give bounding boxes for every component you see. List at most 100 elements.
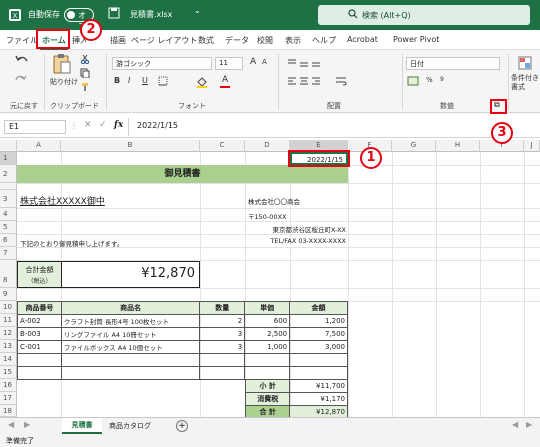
paste-label[interactable]: 貼り付け xyxy=(50,77,78,87)
font-color-button[interactable]: A xyxy=(222,75,228,85)
number-format-select[interactable]: 日付 xyxy=(406,57,500,70)
row-header[interactable]: 13 xyxy=(0,340,17,353)
empty-cell[interactable] xyxy=(60,353,201,367)
conditional-formatting-label[interactable]: 条件付き書式 xyxy=(511,74,540,92)
align-left-icon[interactable] xyxy=(287,76,323,88)
column-header-c[interactable]: C xyxy=(200,140,245,152)
row-header[interactable]: 14 xyxy=(0,353,17,366)
bold-button[interactable]: B xyxy=(114,76,120,85)
row-header[interactable]: 12 xyxy=(0,327,17,340)
row-header[interactable]: 10 xyxy=(0,301,17,314)
tax-value[interactable]: ¥1,170 xyxy=(289,392,348,406)
item-code[interactable]: A-002 xyxy=(17,314,62,328)
empty-cell[interactable] xyxy=(199,353,246,367)
filename-dropdown-icon[interactable]: ⌄ xyxy=(194,6,201,15)
hscroll-left-icon[interactable]: ◀ xyxy=(512,420,518,429)
insert-function-button[interactable]: fx xyxy=(114,120,123,130)
empty-cell[interactable] xyxy=(244,366,291,380)
item-price[interactable]: 600 xyxy=(244,314,291,328)
empty-cell[interactable] xyxy=(289,366,348,380)
borders-icon[interactable] xyxy=(158,76,168,88)
column-header-j[interactable]: J xyxy=(524,140,540,152)
item-qty[interactable]: 2 xyxy=(199,314,246,328)
italic-button[interactable]: I xyxy=(128,76,130,85)
save-icon[interactable] xyxy=(108,7,120,21)
empty-cell[interactable] xyxy=(199,366,246,380)
item-name[interactable]: クラフト封筒 長形4号 100枚セット xyxy=(60,314,201,328)
row-header[interactable]: 4 xyxy=(0,208,17,221)
empty-cell[interactable] xyxy=(17,353,62,367)
item-code[interactable]: C-001 xyxy=(17,340,62,354)
column-header-b[interactable]: B xyxy=(61,140,200,152)
row-header[interactable]: 7 xyxy=(0,247,17,260)
select-all-corner[interactable] xyxy=(0,140,17,152)
item-price[interactable]: 2,500 xyxy=(244,327,291,341)
empty-cell[interactable] xyxy=(60,366,201,380)
menu-data[interactable]: データ xyxy=(225,35,249,46)
sheet-tab-catalog[interactable]: 商品カタログ xyxy=(106,418,154,434)
row-header[interactable]: 8 xyxy=(0,260,17,288)
row-header[interactable]: 5 xyxy=(0,221,17,234)
subtotal-value[interactable]: ¥11,700 xyxy=(289,379,348,393)
menu-power-pivot[interactable]: Power Pivot xyxy=(393,35,439,44)
row-header[interactable]: 6 xyxy=(0,234,17,247)
menu-view[interactable]: 表示 xyxy=(285,35,301,46)
column-header-a[interactable]: A xyxy=(17,140,61,152)
shrink-font-button[interactable]: A xyxy=(262,58,267,66)
search-box[interactable]: 検索 (Alt+Q) xyxy=(318,5,530,25)
item-price[interactable]: 1,000 xyxy=(244,340,291,354)
item-amount[interactable]: 3,000 xyxy=(289,340,348,354)
column-header-d[interactable]: D xyxy=(245,140,290,152)
scroll-left-icon[interactable]: ◀ xyxy=(8,420,14,429)
copy-icon[interactable] xyxy=(80,68,90,80)
currency-icon[interactable] xyxy=(407,76,419,88)
column-header-h[interactable]: H xyxy=(436,140,480,152)
row-header[interactable]: 1 xyxy=(0,152,17,165)
scroll-right-icon[interactable]: ▶ xyxy=(24,420,30,429)
row-header[interactable]: 2 xyxy=(0,165,17,183)
row-header[interactable]: 15 xyxy=(0,366,17,379)
comma-button[interactable]: 9 xyxy=(440,76,444,83)
enter-icon[interactable]: ✓ xyxy=(99,120,107,130)
row-header[interactable]: 18 xyxy=(0,405,17,417)
menu-formulas[interactable]: 数式 xyxy=(198,35,214,46)
empty-cell[interactable] xyxy=(17,366,62,380)
grand-total-value[interactable]: ¥12,870 xyxy=(289,405,348,418)
item-amount[interactable]: 7,500 xyxy=(289,327,348,341)
cancel-icon[interactable]: ✕ xyxy=(84,120,92,130)
align-top-icon[interactable] xyxy=(287,58,323,70)
menu-review[interactable]: 校閲 xyxy=(257,35,273,46)
add-sheet-button[interactable]: + xyxy=(176,420,188,432)
item-name[interactable]: ファイルボックス A4 10個セット xyxy=(60,340,201,354)
row-header[interactable]: 9 xyxy=(0,288,17,301)
column-header-g[interactable]: G xyxy=(392,140,436,152)
item-amount[interactable]: 1,200 xyxy=(289,314,348,328)
cut-icon[interactable] xyxy=(80,54,90,66)
format-painter-icon[interactable] xyxy=(80,82,90,94)
menu-help[interactable]: ヘルプ xyxy=(312,35,336,46)
item-code[interactable]: B-003 xyxy=(17,327,62,341)
item-qty[interactable]: 3 xyxy=(199,340,246,354)
hscroll-right-icon[interactable]: ▶ xyxy=(526,420,532,429)
row-header[interactable]: 11 xyxy=(0,314,17,327)
menu-file[interactable]: ファイル xyxy=(6,35,38,46)
empty-cell[interactable] xyxy=(289,353,348,367)
sheet-tab-estimate[interactable]: 見積書 xyxy=(62,418,102,434)
row-header[interactable]: 16 xyxy=(0,379,17,392)
formula-input[interactable]: 2022/1/15 xyxy=(137,121,178,130)
row-header[interactable]: 17 xyxy=(0,392,17,405)
menu-acrobat[interactable]: Acrobat xyxy=(347,35,378,44)
redo-icon[interactable] xyxy=(14,74,28,88)
name-box[interactable]: E1 xyxy=(4,120,66,134)
menu-draw[interactable]: 描画 xyxy=(110,35,126,46)
row-header[interactable] xyxy=(0,183,17,190)
paste-icon[interactable] xyxy=(52,53,72,77)
undo-icon[interactable] xyxy=(14,54,30,70)
row-header[interactable]: 3 xyxy=(0,190,17,208)
item-name[interactable]: リングファイル A4 10冊セット xyxy=(60,327,201,341)
percent-button[interactable]: % xyxy=(426,76,433,84)
wrap-text-icon[interactable] xyxy=(335,76,347,88)
font-size-select[interactable]: 11 xyxy=(215,57,243,70)
empty-cell[interactable] xyxy=(244,353,291,367)
font-name-select[interactable]: 游ゴシック xyxy=(112,57,212,70)
